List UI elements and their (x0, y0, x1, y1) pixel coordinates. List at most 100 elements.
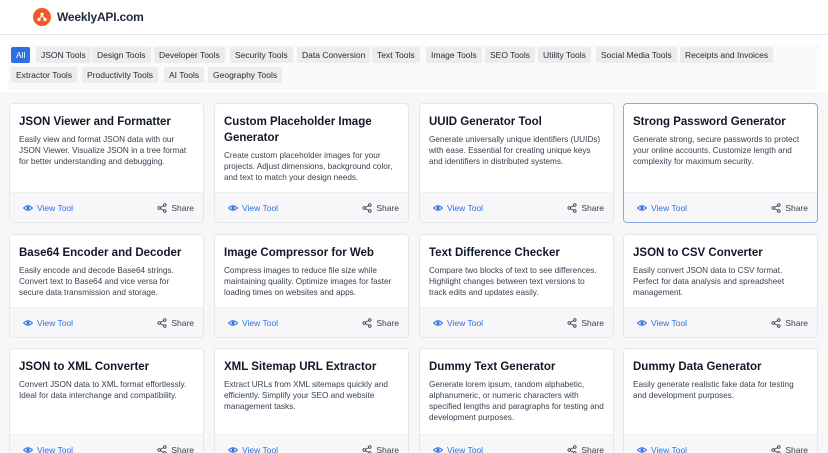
share-button[interactable]: Share (567, 202, 604, 214)
share-label: Share (581, 203, 604, 213)
tool-title[interactable]: Image Compressor for Web (224, 245, 399, 261)
share-icon (771, 318, 781, 328)
tool-title[interactable]: UUID Generator Tool (429, 114, 604, 130)
filter-chip[interactable]: Data Conversion (297, 47, 371, 63)
tool-card: Image Compressor for Web Compress images… (214, 234, 409, 338)
eye-icon (637, 318, 647, 328)
filter-chip[interactable]: Social Media Tools (596, 47, 677, 63)
tool-description: Easily view and format JSON data with ou… (19, 135, 187, 166)
filter-chip[interactable]: Security Tools (230, 47, 293, 63)
view-tool-button[interactable]: View Tool (228, 317, 278, 329)
tool-description: Generate universally unique identifiers … (429, 135, 601, 166)
tool-title[interactable]: JSON to XML Converter (19, 359, 194, 375)
card-footer: View Tool Share (215, 192, 408, 222)
tool-title[interactable]: XML Sitemap URL Extractor (224, 359, 399, 375)
brand-name[interactable]: WeeklyAPI.com (57, 10, 144, 24)
tool-description: Easily convert JSON data to CSV format. … (633, 266, 785, 297)
tool-title[interactable]: Custom Placeholder Image Generator (224, 114, 399, 146)
share-button[interactable]: Share (567, 444, 604, 453)
view-tool-button[interactable]: View Tool (637, 444, 687, 453)
tools-grid: JSON Viewer and Formatter Easily view an… (0, 92, 828, 453)
card-footer: View Tool Share (420, 434, 613, 453)
view-tool-button[interactable]: View Tool (23, 444, 73, 453)
share-button[interactable]: Share (157, 317, 194, 329)
filter-chip[interactable]: Text Tools (372, 47, 420, 63)
share-button[interactable]: Share (771, 444, 808, 453)
share-icon (362, 445, 372, 453)
eye-icon (433, 318, 443, 328)
eye-icon (637, 445, 647, 453)
eye-icon (228, 318, 238, 328)
eye-icon (637, 203, 647, 213)
tool-card: JSON Viewer and Formatter Easily view an… (9, 103, 204, 223)
share-label: Share (376, 445, 399, 453)
view-tool-label: View Tool (37, 318, 74, 328)
filter-chip[interactable]: Utility Tools (538, 47, 591, 63)
share-label: Share (581, 445, 604, 453)
view-tool-button[interactable]: View Tool (433, 444, 483, 453)
card-footer: View Tool Share (420, 192, 613, 222)
filter-chip[interactable]: JSON Tools (36, 47, 91, 63)
share-button[interactable]: Share (362, 444, 399, 453)
card-footer: View Tool Share (10, 434, 203, 453)
tool-card: Custom Placeholder Image Generator Creat… (214, 103, 409, 223)
filter-chip[interactable]: Developer Tools (154, 47, 225, 63)
share-button[interactable]: Share (567, 317, 604, 329)
tool-title[interactable]: JSON Viewer and Formatter (19, 114, 194, 130)
view-tool-label: View Tool (447, 445, 484, 453)
tool-card: Strong Password Generator Generate stron… (623, 103, 818, 223)
share-button[interactable]: Share (157, 444, 194, 453)
eye-icon (228, 445, 238, 453)
filter-chip-all[interactable]: All (11, 47, 31, 63)
share-button[interactable]: Share (362, 202, 399, 214)
share-label: Share (376, 203, 399, 213)
tool-card: UUID Generator Tool Generate universally… (419, 103, 614, 223)
view-tool-label: View Tool (37, 203, 74, 213)
tool-description: Easily generate realistic fake data for … (633, 380, 794, 400)
filter-chip[interactable]: Image Tools (426, 47, 482, 63)
share-label: Share (785, 318, 808, 328)
filter-chip[interactable]: Design Tools (92, 47, 151, 63)
share-button[interactable]: Share (362, 317, 399, 329)
tool-description: Generate strong, secure passwords to pro… (633, 135, 800, 166)
view-tool-button[interactable]: View Tool (637, 202, 687, 214)
card-footer: View Tool Share (10, 307, 203, 337)
view-tool-button[interactable]: View Tool (23, 202, 73, 214)
share-label: Share (171, 203, 194, 213)
card-footer: View Tool Share (215, 434, 408, 453)
view-tool-button[interactable]: View Tool (228, 444, 278, 453)
view-tool-label: View Tool (651, 445, 688, 453)
site-header: WeeklyAPI.com (0, 0, 828, 35)
tool-description: Easily encode and decode Base64 strings.… (19, 266, 174, 297)
view-tool-button[interactable]: View Tool (23, 317, 73, 329)
tool-title[interactable]: Dummy Text Generator (429, 359, 604, 375)
tool-title[interactable]: Text Difference Checker (429, 245, 604, 261)
view-tool-button[interactable]: View Tool (433, 202, 483, 214)
filter-chip[interactable]: AI Tools (164, 67, 205, 83)
share-icon (567, 318, 577, 328)
view-tool-button[interactable]: View Tool (228, 202, 278, 214)
view-tool-label: View Tool (242, 203, 279, 213)
filter-chip[interactable]: Geography Tools (208, 67, 283, 83)
logo-icon[interactable] (33, 8, 51, 26)
filter-chip[interactable]: SEO Tools (485, 47, 536, 63)
share-label: Share (785, 203, 808, 213)
filter-chip[interactable]: Productivity Tools (82, 67, 158, 83)
share-button[interactable]: Share (157, 202, 194, 214)
view-tool-button[interactable]: View Tool (433, 317, 483, 329)
tool-title[interactable]: Strong Password Generator (633, 114, 808, 130)
view-tool-label: View Tool (447, 203, 484, 213)
tool-title[interactable]: Dummy Data Generator (633, 359, 808, 375)
share-button[interactable]: Share (771, 202, 808, 214)
view-tool-button[interactable]: View Tool (637, 317, 687, 329)
eye-icon (23, 318, 33, 328)
tool-title[interactable]: JSON to CSV Converter (633, 245, 808, 261)
share-icon (567, 203, 577, 213)
share-button[interactable]: Share (771, 317, 808, 329)
tool-title[interactable]: Base64 Encoder and Decoder (19, 245, 194, 261)
filter-chip[interactable]: Extractor Tools (11, 67, 78, 83)
filter-chip[interactable]: Receipts and Invoices (680, 47, 774, 63)
tool-card: Dummy Text Generator Generate lorem ipsu… (419, 348, 614, 453)
card-footer: View Tool Share (215, 307, 408, 337)
eye-icon (228, 203, 238, 213)
